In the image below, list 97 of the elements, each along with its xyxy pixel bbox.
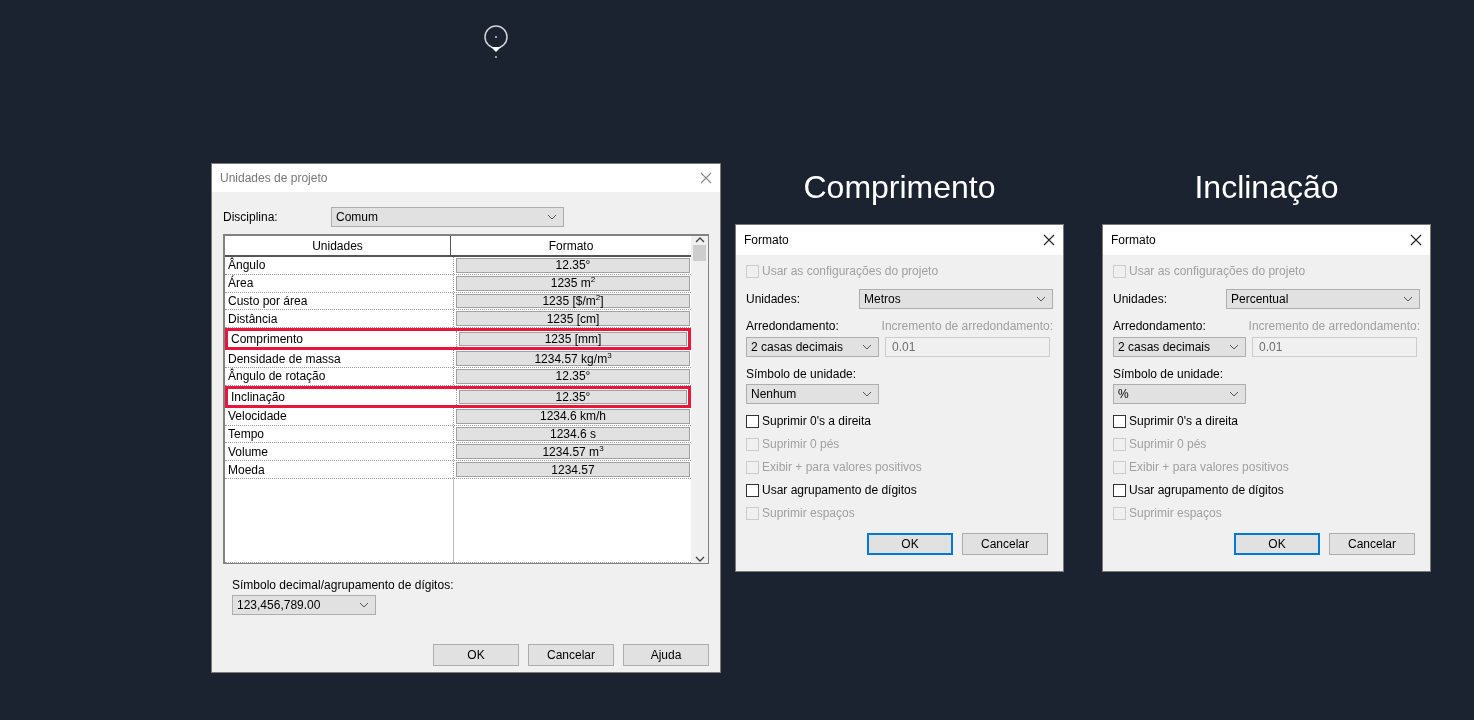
- table-cell: Tempo: [225, 425, 454, 443]
- table-row[interactable]: Distância 1235 [cm]: [225, 310, 691, 329]
- format-button[interactable]: 1235 m$^{2}$: [456, 275, 690, 291]
- format-button[interactable]: 12.35°: [459, 389, 687, 404]
- window-title: Formato: [1111, 233, 1156, 247]
- field-label: Unidades:: [1113, 292, 1169, 306]
- units-dropdown[interactable]: Percentual: [1226, 289, 1420, 309]
- chevron-down-icon[interactable]: [694, 555, 705, 563]
- table-cell: Inclinação: [228, 388, 457, 405]
- table-cell: Distância: [225, 310, 454, 328]
- table-row[interactable]: Custo por área 1235 [$/m$^{2}$]: [225, 292, 691, 311]
- highlighted-row[interactable]: Inclinação 12.35°: [225, 385, 691, 408]
- checkbox-label: Suprimir 0's a direita: [1129, 414, 1238, 428]
- chevron-down-icon: [1229, 344, 1239, 350]
- format-button[interactable]: 1235 [cm]: [456, 311, 690, 327]
- scrollbar[interactable]: [691, 236, 708, 563]
- table-row[interactable]: Moeda 1234.57: [225, 461, 691, 479]
- table-cell: Área: [225, 274, 454, 292]
- chevron-down-icon: [1036, 296, 1046, 302]
- checkbox-label: Exibir + para valores positivos: [1129, 460, 1289, 474]
- rounding-dropdown[interactable]: 2 casas decimais: [746, 337, 879, 357]
- field-label: Incremento de arredondamento:: [881, 319, 1053, 333]
- close-icon[interactable]: [1410, 234, 1422, 246]
- window-title: Unidades de projeto: [220, 171, 328, 185]
- format-button[interactable]: 1235 [mm]: [459, 332, 687, 347]
- format-button[interactable]: 1234.57: [456, 462, 690, 477]
- dialog-button[interactable]: Cancelar: [962, 533, 1048, 555]
- highlighted-row[interactable]: Comprimento 1235 [mm]: [225, 328, 691, 351]
- table-cell: Ângulo: [225, 257, 454, 274]
- checkbox-label: Suprimir 0's a direita: [762, 414, 871, 428]
- chevron-down-icon: [547, 214, 557, 220]
- format-button[interactable]: 1235 [$/m$^{2}$]: [456, 293, 690, 309]
- checkbox-label: Usar as configurações do projeto: [762, 264, 939, 278]
- format-button[interactable]: 1234.6 s: [456, 426, 690, 442]
- window-title: Formato: [744, 233, 789, 247]
- format-button[interactable]: 12.35°: [456, 258, 690, 273]
- table-row[interactable]: Ângulo de rotação 12.35°: [225, 368, 691, 386]
- checkbox[interactable]: [1113, 414, 1126, 428]
- unit-symbol-dropdown[interactable]: Nenhum: [746, 384, 879, 404]
- table-cell: Velocidade: [225, 407, 454, 425]
- chevron-down-icon: [359, 602, 369, 608]
- scrollbar-thumb[interactable]: [693, 245, 706, 261]
- section-heading: Comprimento: [803, 168, 996, 207]
- dialog-button[interactable]: Cancelar: [528, 644, 614, 666]
- dialog-button[interactable]: OK: [867, 533, 953, 555]
- decimal-symbol-dropdown[interactable]: 123,456,789.00: [232, 595, 376, 615]
- field-label: Arredondamento:: [1113, 319, 1207, 333]
- table-row[interactable]: Área 1235 m$^{2}$: [225, 274, 691, 293]
- section-heading: Inclinação: [1194, 168, 1339, 207]
- chevron-down-icon: [1403, 296, 1413, 302]
- chevron-down-icon: [862, 344, 872, 350]
- close-icon[interactable]: [1043, 234, 1055, 246]
- table-row[interactable]: Ângulo 12.35°: [225, 257, 691, 275]
- dialog-button[interactable]: OK: [1234, 533, 1320, 555]
- field-label: Incremento de arredondamento:: [1248, 319, 1420, 333]
- map-pin-icon: [482, 24, 510, 60]
- table-cell: Densidade de massa: [225, 350, 454, 367]
- format-button[interactable]: 1234.6 km/h: [456, 408, 690, 424]
- table-cell: Moeda: [225, 461, 454, 478]
- unit-symbol-dropdown[interactable]: %: [1113, 384, 1246, 404]
- table-cell: Comprimento: [228, 331, 457, 348]
- chevron-up-icon[interactable]: [694, 236, 705, 244]
- field-label: Símbolo de unidade:: [746, 367, 857, 381]
- table-cell: Ângulo de rotação: [225, 368, 454, 385]
- field-label: Arredondamento:: [746, 319, 840, 333]
- checkbox-label: Suprimir 0 pés: [1129, 437, 1207, 451]
- field-label: Símbolo de unidade:: [1113, 367, 1224, 381]
- table-row[interactable]: Densidade de massa 1234.57 kg/m$^{3}$: [225, 350, 691, 368]
- format-button[interactable]: 12.35°: [456, 369, 690, 384]
- chevron-down-icon: [862, 391, 872, 397]
- format-button[interactable]: 1234.57 kg/m$^{3}$: [456, 351, 690, 366]
- discipline-dropdown[interactable]: Comum: [331, 207, 564, 227]
- checkbox-label: Suprimir espaços: [762, 506, 855, 520]
- dialog-button[interactable]: OK: [433, 644, 519, 666]
- units-dropdown[interactable]: Metros: [859, 289, 1053, 309]
- checkbox-label: Usar agrupamento de dígitos: [762, 483, 917, 497]
- table-row[interactable]: Velocidade 1234.6 km/h: [225, 407, 691, 426]
- table-row[interactable]: Tempo 1234.6 s: [225, 425, 691, 444]
- checkbox[interactable]: [746, 414, 759, 428]
- checkbox-label: Usar as configurações do projeto: [1129, 264, 1306, 278]
- dialog-button[interactable]: Cancelar: [1329, 533, 1415, 555]
- checkbox-label: Usar agrupamento de dígitos: [1129, 483, 1284, 497]
- checkbox-label: Exibir + para valores positivos: [762, 460, 922, 474]
- checkbox[interactable]: [1113, 483, 1126, 497]
- checkbox-label: Suprimir 0 pés: [762, 437, 840, 451]
- table-cell: Custo por área: [225, 292, 454, 310]
- format-button[interactable]: 1234.57 m$^{3}$: [456, 444, 690, 460]
- field-label: Disciplina:: [223, 210, 279, 224]
- checkbox-label: Suprimir espaços: [1129, 506, 1222, 520]
- rounding-dropdown[interactable]: 2 casas decimais: [1113, 337, 1246, 357]
- checkbox[interactable]: [746, 483, 759, 497]
- field-label: Símbolo decimal/agrupamento de dígitos:: [232, 578, 454, 592]
- table-row[interactable]: Volume 1234.57 m$^{3}$: [225, 443, 691, 462]
- field-label: Unidades:: [746, 292, 802, 306]
- dialog-button[interactable]: Ajuda: [623, 644, 709, 666]
- table-cell: Volume: [225, 443, 454, 461]
- chevron-down-icon: [1229, 391, 1239, 397]
